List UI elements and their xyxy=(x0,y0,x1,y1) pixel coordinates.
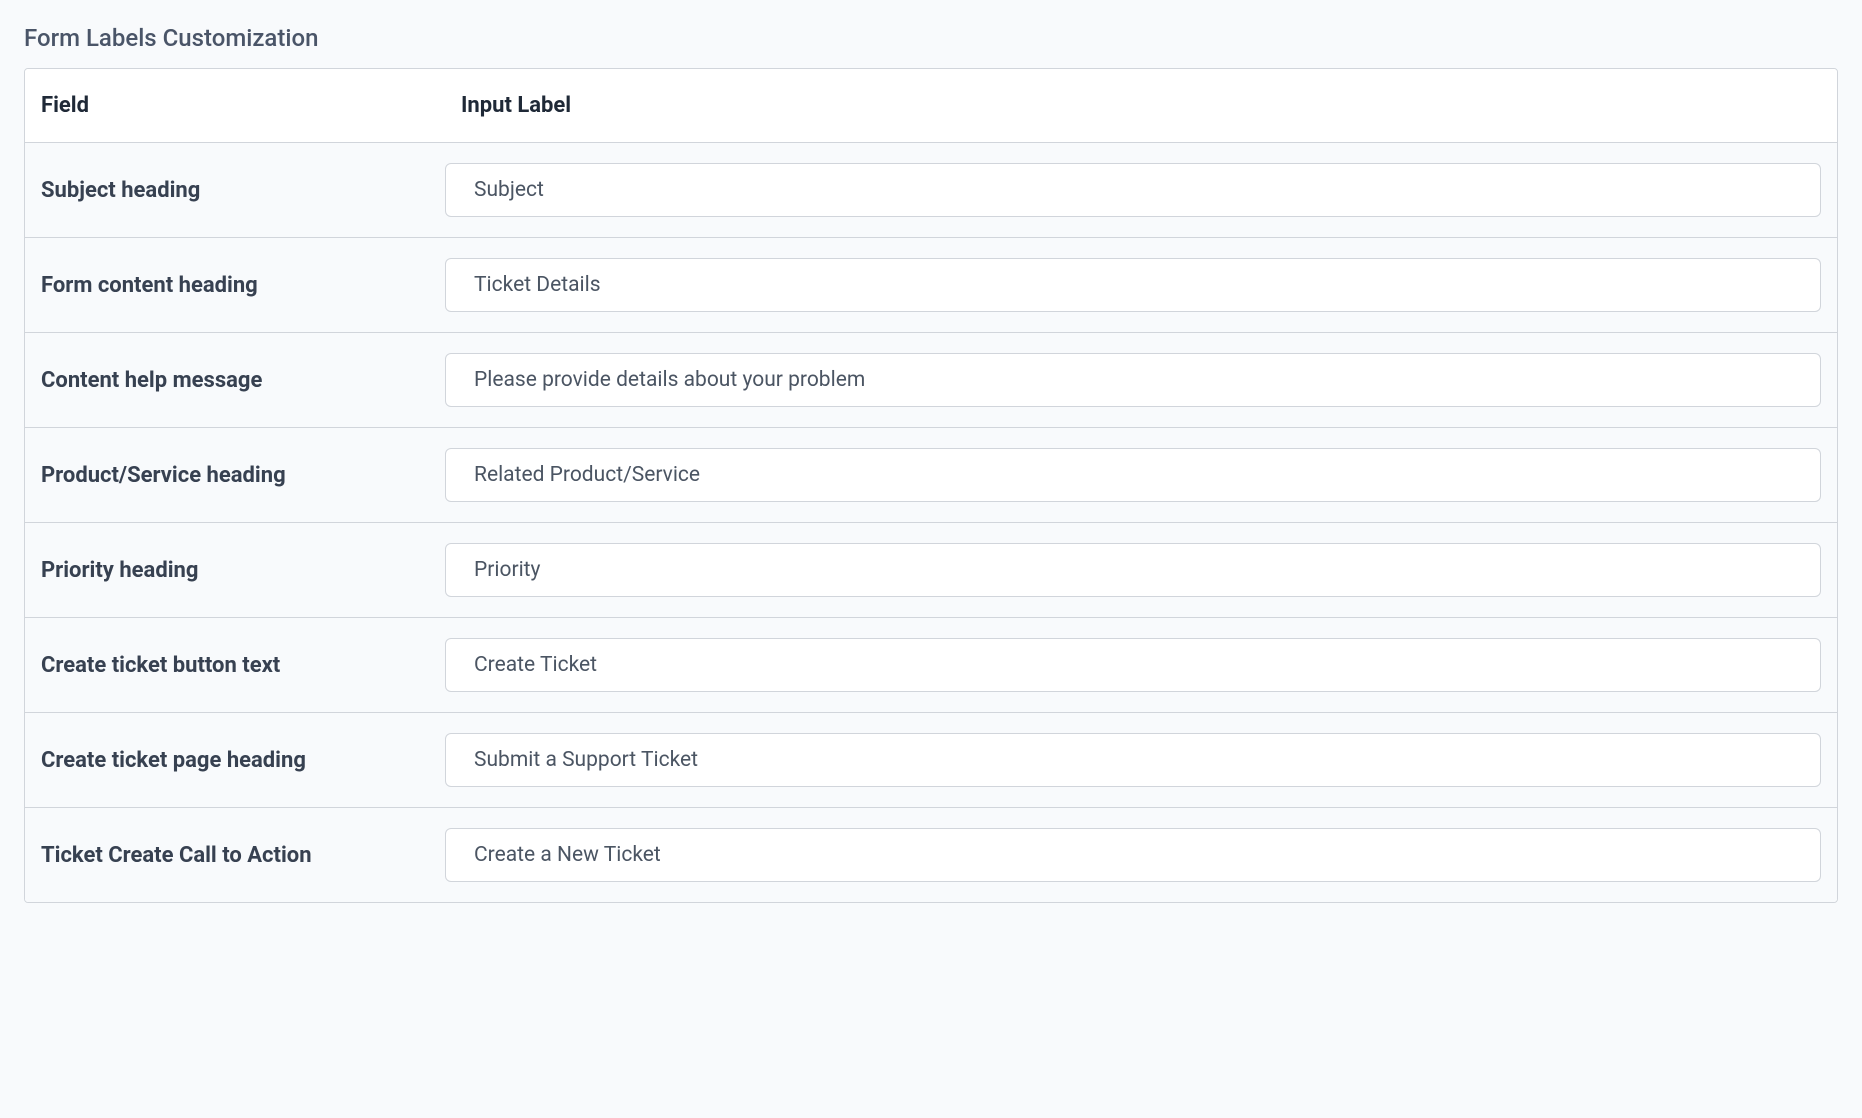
table-row: Content help message xyxy=(25,333,1837,428)
field-label: Subject heading xyxy=(41,178,200,203)
field-label: Content help message xyxy=(41,368,262,393)
field-label: Priority heading xyxy=(41,558,198,583)
column-header-input-label: Input Label xyxy=(461,93,571,118)
table-row: Create ticket button text xyxy=(25,618,1837,713)
table-row: Subject heading xyxy=(25,143,1837,238)
field-label: Product/Service heading xyxy=(41,463,286,488)
form-content-heading-input[interactable] xyxy=(445,258,1821,312)
ticket-create-cta-input[interactable] xyxy=(445,828,1821,882)
table-row: Create ticket page heading xyxy=(25,713,1837,808)
table-row: Ticket Create Call to Action xyxy=(25,808,1837,902)
field-label: Ticket Create Call to Action xyxy=(41,843,312,868)
field-label: Create ticket button text xyxy=(41,653,280,678)
table-header: Field Input Label xyxy=(25,69,1837,143)
page-title: Form Labels Customization xyxy=(24,24,1838,52)
priority-heading-input[interactable] xyxy=(445,543,1821,597)
field-label: Create ticket page heading xyxy=(41,748,306,773)
field-label: Form content heading xyxy=(41,273,258,298)
product-service-heading-input[interactable] xyxy=(445,448,1821,502)
form-labels-table: Field Input Label Subject heading Form c… xyxy=(24,68,1838,903)
table-row: Product/Service heading xyxy=(25,428,1837,523)
create-ticket-page-heading-input[interactable] xyxy=(445,733,1821,787)
create-ticket-button-text-input[interactable] xyxy=(445,638,1821,692)
subject-heading-input[interactable] xyxy=(445,163,1821,217)
table-row: Form content heading xyxy=(25,238,1837,333)
content-help-message-input[interactable] xyxy=(445,353,1821,407)
table-row: Priority heading xyxy=(25,523,1837,618)
column-header-field: Field xyxy=(41,93,89,118)
